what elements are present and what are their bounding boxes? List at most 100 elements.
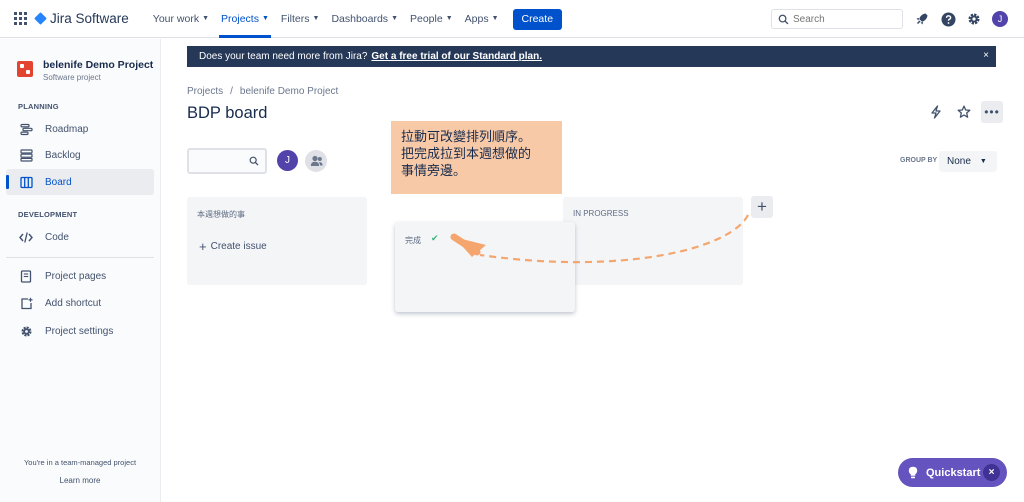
app-switcher-icon[interactable] [14, 11, 28, 26]
chevron-down-icon: ▼ [261, 15, 269, 22]
nav-apps-label: Apps [464, 12, 489, 25]
top-navigation: Jira Software Your work ▼ Projects ▼ Filte… [0, 0, 1024, 38]
quickstart-button[interactable]: Quickstart × [898, 458, 1007, 487]
sidebar-item-code-label: Code [45, 231, 69, 243]
quickstart-label: Quickstart [926, 466, 981, 479]
sidebar-item-backlog[interactable]: Backlog [6, 142, 154, 168]
add-shortcut-icon [19, 296, 33, 310]
breadcrumb-separator: / [230, 86, 233, 97]
sidebar-item-project-settings-label: Project settings [45, 325, 114, 337]
banner-close-icon[interactable]: × [983, 50, 989, 61]
nav-filters[interactable]: Filters ▼ [275, 0, 326, 38]
nav-apps[interactable]: Apps ▼ [459, 0, 505, 38]
done-check-icon: ✔ [431, 233, 439, 243]
sidebar-item-code[interactable]: Code [6, 224, 154, 250]
banner-trial-link[interactable]: Get a free trial of our Standard plan. [371, 51, 542, 62]
project-sidebar: belenife Demo Project Software project P… [0, 39, 161, 502]
nav-people-label: People [410, 12, 443, 25]
backlog-icon [19, 148, 33, 162]
board-header-actions: ••• [925, 101, 1003, 123]
lightning-icon[interactable] [925, 101, 947, 123]
column-title: 本週想做的事 [197, 210, 245, 219]
development-section-label: DEVELOPMENT [18, 210, 78, 219]
add-column-button[interactable]: + [751, 196, 773, 218]
nav-your-work[interactable]: Your work ▼ [147, 0, 215, 38]
group-by-select[interactable]: None ▼ [939, 151, 997, 172]
planning-section-label: PLANNING [18, 102, 59, 111]
nav-dashboards-label: Dashboards [331, 12, 389, 25]
plus-icon: + [199, 239, 207, 254]
chevron-down-icon: ▼ [391, 15, 398, 22]
jira-logo[interactable]: Jira Software [34, 11, 129, 26]
help-icon[interactable] [938, 9, 958, 29]
sidebar-item-add-shortcut-label: Add shortcut [45, 297, 102, 309]
nav-projects[interactable]: Projects ▼ [215, 0, 275, 38]
callout-line: 把完成拉到本週想做的 [401, 146, 532, 161]
chevron-down-icon: ▼ [445, 15, 453, 22]
team-managed-note: You're in a team-managed project [23, 458, 137, 467]
group-by-value: None [947, 156, 971, 167]
learn-more-link[interactable]: Learn more [0, 476, 160, 485]
sidebar-item-backlog-label: Backlog [45, 149, 81, 161]
project-header[interactable]: belenife Demo Project Software project [17, 59, 153, 82]
search-icon [249, 156, 259, 166]
nav-dashboards[interactable]: Dashboards ▼ [325, 0, 404, 38]
more-actions-icon[interactable]: ••• [981, 101, 1003, 123]
board-column-todo[interactable]: 本週想做的事 + Create issue [187, 197, 367, 285]
avatar-initial: J [992, 11, 1008, 27]
board-search-input[interactable] [187, 148, 267, 174]
star-icon[interactable] [953, 101, 975, 123]
callout-line: 拉動可改變排列順序。 [401, 129, 532, 144]
create-issue-label: Create issue [210, 241, 267, 252]
settings-gear-icon[interactable] [964, 9, 984, 29]
search-input[interactable] [793, 13, 893, 25]
search-icon [778, 14, 789, 25]
user-avatar[interactable]: J [990, 9, 1010, 29]
page-title: BDP board [187, 104, 268, 122]
chevron-down-icon: ▼ [979, 158, 987, 165]
sidebar-item-add-shortcut[interactable]: Add shortcut [6, 290, 154, 316]
quickstart-close-icon[interactable]: × [983, 464, 1000, 481]
board-icon [19, 175, 33, 189]
project-type: Software project [43, 73, 101, 82]
sidebar-item-board-label: Board [45, 176, 72, 188]
upgrade-banner: Does your team need more from Jira? Get … [187, 46, 996, 67]
lightbulb-icon [908, 466, 918, 479]
chevron-down-icon: ▼ [312, 15, 320, 22]
breadcrumb: Projects / belenife Demo Project [187, 86, 338, 97]
group-by-label: GROUP BY [900, 157, 938, 164]
project-avatar-icon [17, 61, 33, 77]
sidebar-item-board[interactable]: Board [6, 169, 154, 195]
sidebar-item-project-pages[interactable]: Project pages [6, 263, 154, 289]
code-icon [19, 230, 33, 244]
global-search[interactable] [771, 9, 903, 29]
settings-icon [19, 324, 33, 338]
notifications-rocket-icon[interactable] [912, 9, 932, 29]
primary-nav: Your work ▼ Projects ▼ Filters ▼ Dashboards… [147, 0, 563, 38]
sidebar-divider [6, 257, 154, 258]
project-name: belenife Demo Project [43, 59, 154, 71]
assignee-avatar[interactable]: J [277, 150, 298, 171]
nav-projects-label: Projects [221, 12, 259, 25]
create-button[interactable]: Create [512, 8, 563, 30]
top-right-icons: J [912, 9, 1016, 29]
sidebar-item-project-settings[interactable]: Project settings [6, 318, 154, 344]
pages-icon [19, 269, 33, 283]
logo-text: Jira Software [50, 11, 129, 26]
sidebar-item-roadmap[interactable]: Roadmap [6, 116, 154, 142]
annotation-callout: 拉動可改變排列順序。 把完成拉到本週想做的 事情旁邊。 [391, 121, 562, 194]
roadmap-icon [19, 122, 33, 136]
sidebar-item-roadmap-label: Roadmap [45, 123, 89, 135]
callout-line: 事情旁邊。 [401, 163, 467, 178]
nav-people[interactable]: People ▼ [404, 0, 459, 38]
column-title: 完成 [405, 236, 421, 245]
annotation-arrow [450, 214, 749, 264]
nav-your-work-label: Your work [152, 12, 200, 25]
breadcrumb-projects[interactable]: Projects [187, 86, 223, 97]
create-issue-button[interactable]: + Create issue [199, 239, 267, 254]
chevron-down-icon: ▼ [202, 15, 210, 22]
nav-filters-label: Filters [280, 12, 310, 25]
banner-text: Does your team need more from Jira? [199, 51, 368, 62]
add-people-icon[interactable] [305, 150, 327, 172]
breadcrumb-project[interactable]: belenife Demo Project [240, 86, 338, 97]
